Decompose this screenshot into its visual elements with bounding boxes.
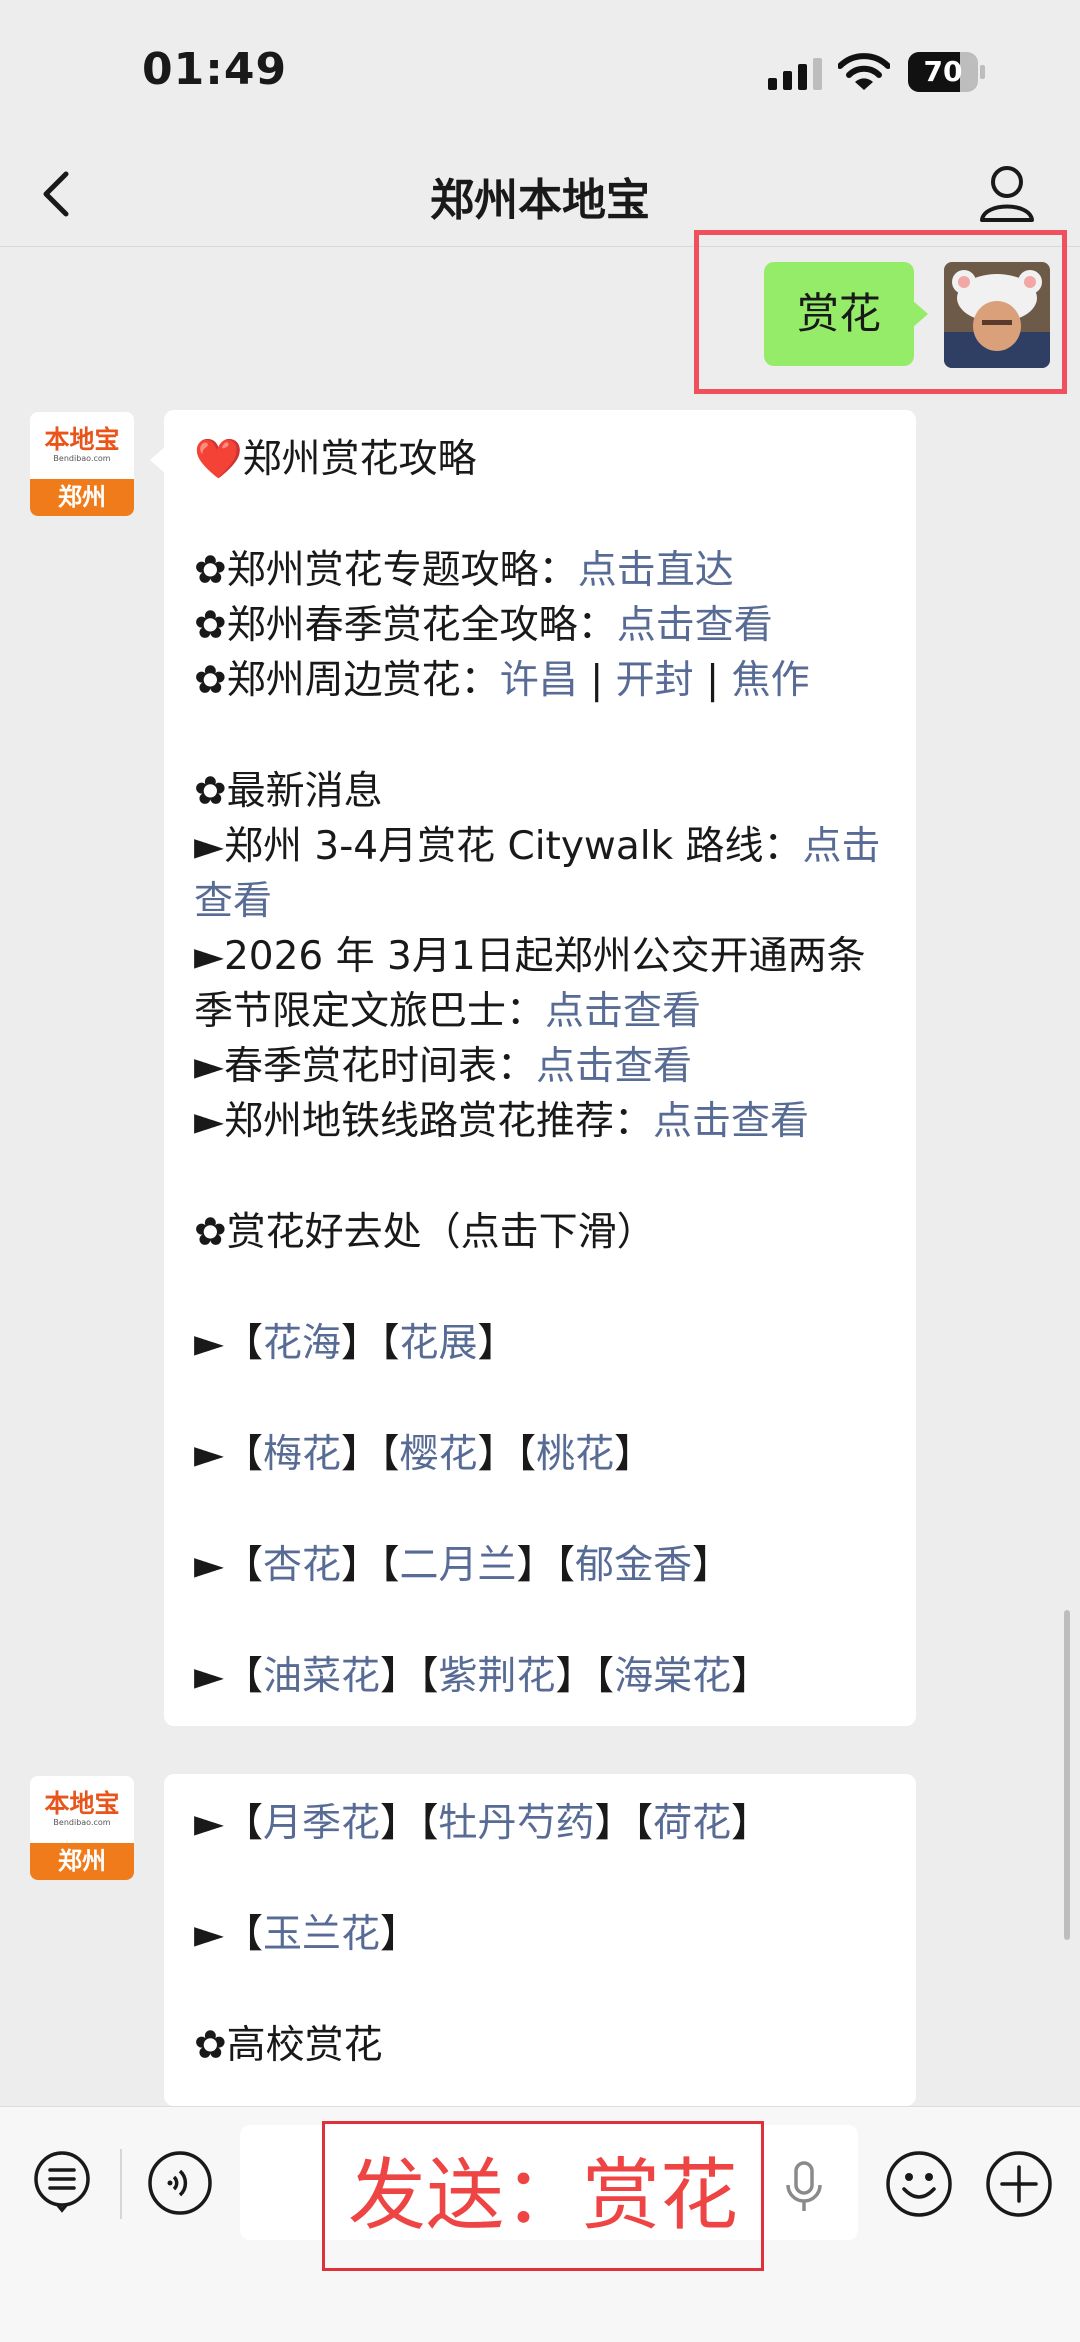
- send-keyword-label: 发送：赏花: [322, 2121, 764, 2271]
- flower-link[interactable]: 油菜花: [263, 1654, 380, 1699]
- news-heading: ✿最新消息: [194, 769, 383, 814]
- bot-avatar[interactable]: 本地宝 Bendibao.com 郑州: [30, 412, 134, 516]
- chat-title: 郑州本地宝: [430, 175, 650, 226]
- guide-line: ✿郑州赏花专题攻略：点击直达: [194, 543, 886, 598]
- bot-city-label: 郑州: [30, 1842, 134, 1880]
- flower-row: ►【杏花】【二月兰】【郁金香】: [194, 1543, 732, 1588]
- places-heading: ✿赏花好去处（点击下滑）: [194, 1210, 656, 1255]
- flower-link[interactable]: 樱花: [400, 1432, 478, 1477]
- guide-topic-link[interactable]: 点击直达: [578, 548, 734, 593]
- separator: |: [577, 658, 616, 703]
- flower-row: ►【油菜花】【紫荆花】【海棠花】: [194, 1654, 771, 1699]
- campus-heading: ✿高校赏花: [194, 2023, 383, 2068]
- flower-link[interactable]: 海棠花: [614, 1654, 731, 1699]
- flower-link[interactable]: 二月兰: [400, 1543, 517, 1588]
- flower-link[interactable]: 花展: [400, 1321, 478, 1366]
- spring-guide-link[interactable]: 点击查看: [617, 603, 773, 648]
- guide-label: ✿郑州赏花专题攻略：: [194, 548, 578, 593]
- news-text: ►郑州地铁线路赏花推荐：: [194, 1099, 653, 1144]
- bot-brand-logo: 本地宝: [44, 425, 120, 455]
- microphone-icon[interactable]: [782, 2157, 826, 2217]
- guide-line: ✿郑州周边赏花：许昌 | 开封 | 焦作: [194, 653, 886, 708]
- wifi-icon: [838, 53, 890, 90]
- flower-row: ►【花海】【花展】: [194, 1321, 517, 1366]
- news-item: ►郑州 3-4月赏花 Citywalk 路线：点击查看: [194, 819, 886, 929]
- cellular-signal-icon: [768, 58, 822, 90]
- scrollbar[interactable]: [1064, 1610, 1070, 1940]
- menu-list-icon[interactable]: [30, 2149, 94, 2213]
- flower-link[interactable]: 桃花: [536, 1432, 614, 1477]
- flower-link[interactable]: 杏花: [263, 1543, 341, 1588]
- bot-avatar[interactable]: 本地宝 Bendibao.com 郑州: [30, 1776, 134, 1880]
- bot-brand-logo: 本地宝: [44, 1789, 120, 1819]
- flower-row: ►【玉兰花】: [194, 1912, 420, 1957]
- news-link[interactable]: 点击查看: [545, 989, 701, 1034]
- flower-link[interactable]: 月季花: [263, 1801, 380, 1846]
- bot-brand-url: Bendibao.com: [53, 454, 111, 464]
- emoji-icon[interactable]: [884, 2149, 954, 2219]
- flower-link[interactable]: 梅花: [263, 1432, 341, 1477]
- news-item: ►2026 年 3月1日起郑州公交开通两条季节限定文旅巴士：点击查看: [194, 929, 886, 1039]
- user-avatar[interactable]: [944, 262, 1050, 368]
- input-toolbar: 发送：赏花: [0, 2106, 1080, 2342]
- flower-link[interactable]: 荷花: [653, 1801, 731, 1846]
- flower-link[interactable]: 郁金香: [575, 1543, 692, 1588]
- status-time: 01:49: [142, 44, 288, 95]
- separator: |: [693, 658, 732, 703]
- flower-link[interactable]: 紫荆花: [439, 1654, 556, 1699]
- news-text: ►春季赏花时间表：: [194, 1044, 536, 1089]
- profile-icon[interactable]: [972, 158, 1042, 230]
- voice-input-icon[interactable]: [146, 2149, 214, 2217]
- bot-message-bubble: ►【月季花】【牡丹芍药】【荷花】 ►【玉兰花】 ✿高校赏花: [164, 1774, 916, 2106]
- nearby-link-jiaozuo[interactable]: 焦作: [732, 658, 810, 703]
- guide-label: ✿郑州春季赏花全攻略：: [194, 603, 617, 648]
- battery-icon: 70: [908, 52, 986, 92]
- flower-link[interactable]: 玉兰花: [263, 1912, 380, 1957]
- news-item: ►郑州地铁线路赏花推荐：点击查看: [194, 1094, 886, 1149]
- news-text: ►郑州 3-4月赏花 Citywalk 路线：: [194, 824, 803, 869]
- bot-city-label: 郑州: [30, 478, 134, 516]
- flower-row: ►【梅花】【樱花】【桃花】: [194, 1432, 654, 1477]
- message-heading: ❤️郑州赏花攻略: [194, 437, 477, 482]
- bot-message-bubble: ❤️郑州赏花攻略 ✿郑州赏花专题攻略：点击直达 ✿郑州春季赏花全攻略：点击查看 …: [150, 410, 916, 1726]
- divider: [120, 2149, 122, 2219]
- nearby-link-kaifeng[interactable]: 开封: [616, 658, 694, 703]
- news-item: ►春季赏花时间表：点击查看: [194, 1039, 886, 1094]
- user-message-bubble[interactable]: 赏花: [764, 262, 928, 366]
- plus-icon[interactable]: [984, 2149, 1054, 2219]
- flower-link[interactable]: 花海: [263, 1321, 341, 1366]
- status-bar: 01:49 70: [0, 0, 1080, 140]
- flower-link[interactable]: 牡丹芍药: [439, 1801, 595, 1846]
- bot-brand-url: Bendibao.com: [53, 1818, 111, 1828]
- flower-row: ►【月季花】【牡丹芍药】【荷花】: [194, 1801, 771, 1846]
- nearby-link-xuchang[interactable]: 许昌: [500, 658, 578, 703]
- news-link[interactable]: 点击查看: [536, 1044, 692, 1089]
- battery-level: 70: [923, 55, 963, 88]
- guide-label: ✿郑州周边赏花：: [194, 658, 500, 703]
- guide-line: ✿郑州春季赏花全攻略：点击查看: [194, 598, 886, 653]
- news-link[interactable]: 点击查看: [653, 1099, 809, 1144]
- news-text: ►2026 年 3月1日起郑州公交开通两条季节限定文旅巴士：: [194, 934, 866, 1034]
